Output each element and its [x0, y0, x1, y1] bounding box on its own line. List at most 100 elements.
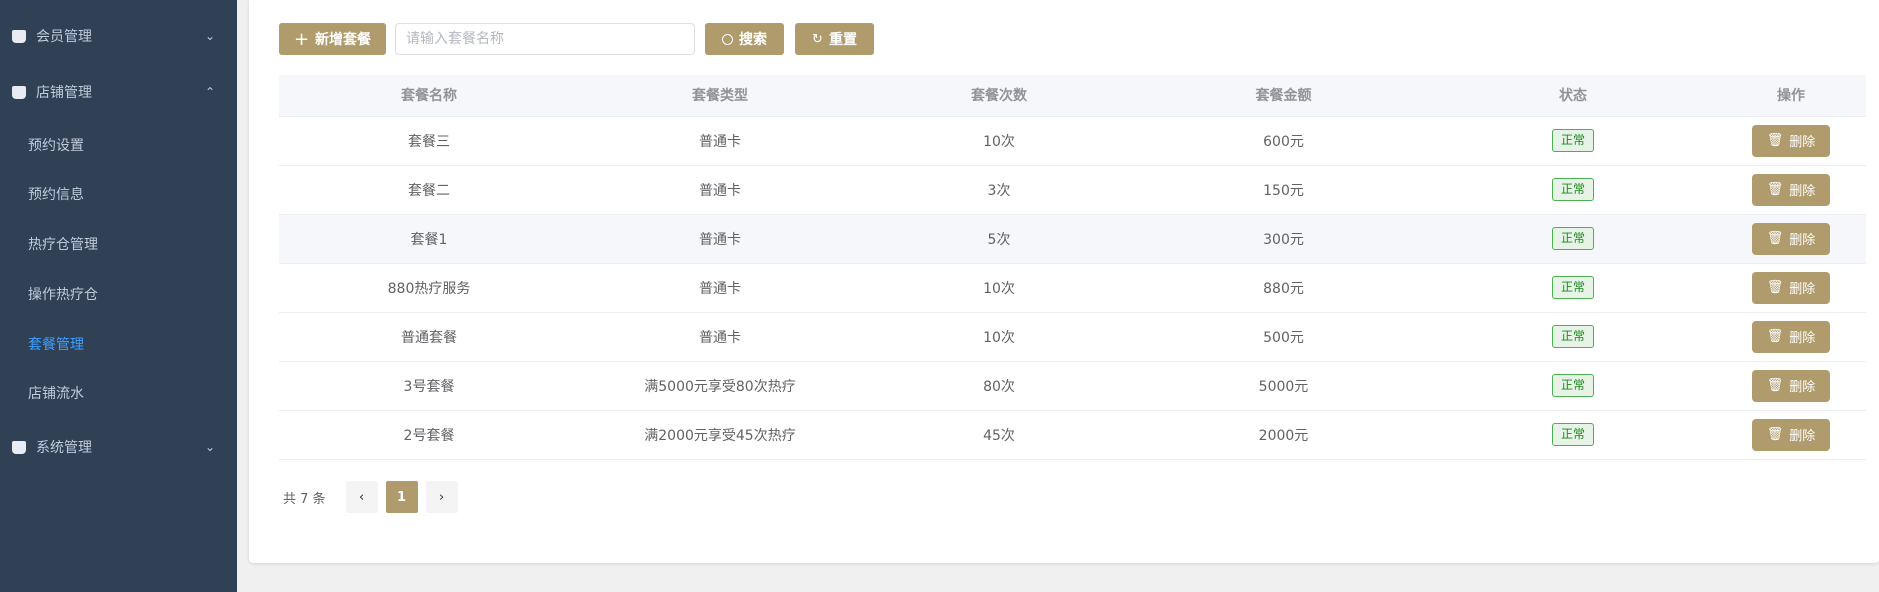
table-cell: 套餐二 — [279, 165, 579, 215]
delete-button[interactable]: 🗑︎ 删除 — [1751, 222, 1831, 255]
table-cell: 🗑︎ 删除 — [1716, 214, 1866, 264]
sidebar-item-3[interactable]: 预约信息 — [0, 169, 237, 219]
table-cell: 🗑︎ 删除 — [1716, 410, 1866, 460]
sidebar-item-label: 预约设置 — [28, 138, 84, 154]
table-cell: 🗑︎ 删除 — [1716, 116, 1866, 166]
column-header: 操作 — [1716, 75, 1866, 117]
trash-icon: 🗑︎ — [1766, 231, 1784, 246]
table-cell: 600元 — [1137, 116, 1430, 166]
status-badge: 正常 — [1551, 227, 1594, 250]
table-row: 880热疗服务 普通卡 10次 880元 正常 🗑︎ 删除 — [279, 263, 1866, 313]
table-cell: 普通卡 — [579, 165, 861, 215]
delete-button[interactable]: 🗑︎ 删除 — [1751, 124, 1831, 157]
chevron-down-icon: ⌄ — [204, 440, 215, 454]
total-count: 共 7 条 — [283, 491, 326, 507]
sidebar-item-label: 套餐管理 — [28, 337, 84, 353]
sidebar-item-5[interactable]: 操作热疗仓 — [0, 269, 237, 319]
table-row: 3号套餐 满5000元享受80次热疗 80次 5000元 正常 🗑︎ 删除 — [279, 361, 1866, 411]
store-icon — [12, 440, 26, 454]
sidebar-item-label: 会员管理 — [36, 29, 92, 45]
table-cell: 🗑︎ 删除 — [1716, 312, 1866, 362]
sidebar-item-label: 店铺流水 — [28, 386, 84, 402]
table-cell: 正常 — [1430, 361, 1716, 411]
chevron-up-icon: ⌃ — [204, 85, 215, 99]
package-name-search-input[interactable] — [395, 23, 695, 55]
refresh-icon: ↻ — [812, 31, 823, 47]
table-cell: 正常 — [1430, 263, 1716, 313]
status-badge: 正常 — [1551, 374, 1594, 397]
table-cell: 10次 — [861, 263, 1137, 313]
plus-icon: + — [293, 28, 310, 50]
table-cell: 🗑︎ 删除 — [1716, 263, 1866, 313]
table-cell: 5次 — [861, 214, 1137, 264]
table-cell: 普通卡 — [579, 214, 861, 264]
delete-button[interactable]: 🗑︎ 删除 — [1751, 320, 1831, 353]
table-cell: 满5000元享受80次热疗 — [579, 361, 861, 411]
trash-icon: 🗑︎ — [1766, 427, 1784, 442]
sidebar-item-1[interactable]: 店铺管理 ⌃ — [0, 67, 237, 117]
table-cell: 正常 — [1430, 410, 1716, 460]
table-cell: 880元 — [1137, 263, 1430, 313]
table-cell: 3次 — [861, 165, 1137, 215]
table-cell: 2000元 — [1137, 410, 1430, 460]
table-cell: 10次 — [861, 116, 1137, 166]
chevron-down-icon: ⌄ — [204, 29, 215, 43]
next-page-button[interactable]: › — [425, 481, 458, 513]
package-table: 套餐名称 套餐类型 套餐次数 套餐金额 状态 操作 套餐三 普通卡 10次 600元 正常 🗑︎ 删除… — [279, 75, 1866, 460]
trash-icon: 🗑︎ — [1766, 133, 1784, 148]
search-icon — [722, 33, 733, 45]
sidebar-item-8[interactable]: 系统管理 ⌄ — [0, 422, 237, 472]
sidebar-item-7[interactable]: 店铺流水 — [0, 368, 237, 418]
table-cell: 普通卡 — [579, 312, 861, 362]
table-cell: 500元 — [1137, 312, 1430, 362]
table-cell: 正常 — [1430, 165, 1716, 215]
table-cell: 满2000元享受45次热疗 — [579, 410, 861, 460]
table-row: 普通套餐 普通卡 10次 500元 正常 🗑︎ 删除 — [279, 312, 1866, 362]
pagination: 共 7 条 ‹ 1 › — [283, 481, 458, 513]
search-button[interactable]: 搜索 — [705, 23, 784, 55]
sidebar-item-label: 预约信息 — [28, 187, 84, 203]
sidebar-item-0[interactable]: 会员管理 ⌄ — [0, 11, 237, 61]
delete-button[interactable]: 🗑︎ 删除 — [1751, 173, 1831, 206]
table-row: 2号套餐 满2000元享受45次热疗 45次 2000元 正常 🗑︎ 删除 — [279, 410, 1866, 460]
table-row: 套餐1 普通卡 5次 300元 正常 🗑︎ 删除 — [279, 214, 1866, 264]
sidebar-item-4[interactable]: 热疗仓管理 — [0, 219, 237, 269]
table-cell: 普通卡 — [579, 116, 861, 166]
table-cell: 普通卡 — [579, 263, 861, 313]
column-header: 套餐名称 — [279, 75, 579, 117]
table-cell: 2号套餐 — [279, 410, 579, 460]
sidebar-item-label: 系统管理 — [36, 440, 92, 456]
sidebar-item-2[interactable]: 预约设置 — [0, 120, 237, 170]
table-cell: 🗑︎ 删除 — [1716, 165, 1866, 215]
status-badge: 正常 — [1551, 276, 1594, 299]
column-header: 套餐类型 — [579, 75, 861, 117]
page-1-button[interactable]: 1 — [385, 481, 418, 513]
table-cell: 普通套餐 — [279, 312, 579, 362]
table-cell: 10次 — [861, 312, 1137, 362]
column-header: 状态 — [1430, 75, 1716, 117]
sidebar-item-label: 店铺管理 — [36, 85, 92, 101]
store-icon — [12, 85, 26, 99]
status-badge: 正常 — [1551, 423, 1594, 446]
reset-button[interactable]: ↻ 重置 — [795, 23, 874, 55]
table-cell: 套餐三 — [279, 116, 579, 166]
table-cell: 150元 — [1137, 165, 1430, 215]
prev-page-button[interactable]: ‹ — [345, 481, 378, 513]
delete-button[interactable]: 🗑︎ 删除 — [1751, 271, 1831, 304]
table-cell: 300元 — [1137, 214, 1430, 264]
status-badge: 正常 — [1551, 325, 1594, 348]
delete-button[interactable]: 🗑︎ 删除 — [1751, 369, 1831, 402]
table-cell: 5000元 — [1137, 361, 1430, 411]
sidebar-item-6[interactable]: 套餐管理 — [0, 319, 237, 369]
column-header: 套餐金额 — [1137, 75, 1430, 117]
table-row: 套餐三 普通卡 10次 600元 正常 🗑︎ 删除 — [279, 116, 1866, 166]
sidebar-item-label: 操作热疗仓 — [28, 287, 98, 303]
table-cell: 正常 — [1430, 214, 1716, 264]
status-badge: 正常 — [1551, 178, 1594, 201]
delete-button[interactable]: 🗑︎ 删除 — [1751, 418, 1831, 451]
add-package-button[interactable]: + 新增套餐 — [279, 23, 386, 55]
table-cell: 🗑︎ 删除 — [1716, 361, 1866, 411]
table-cell: 3号套餐 — [279, 361, 579, 411]
table-row: 套餐二 普通卡 3次 150元 正常 🗑︎ 删除 — [279, 165, 1866, 215]
column-header: 套餐次数 — [861, 75, 1137, 117]
